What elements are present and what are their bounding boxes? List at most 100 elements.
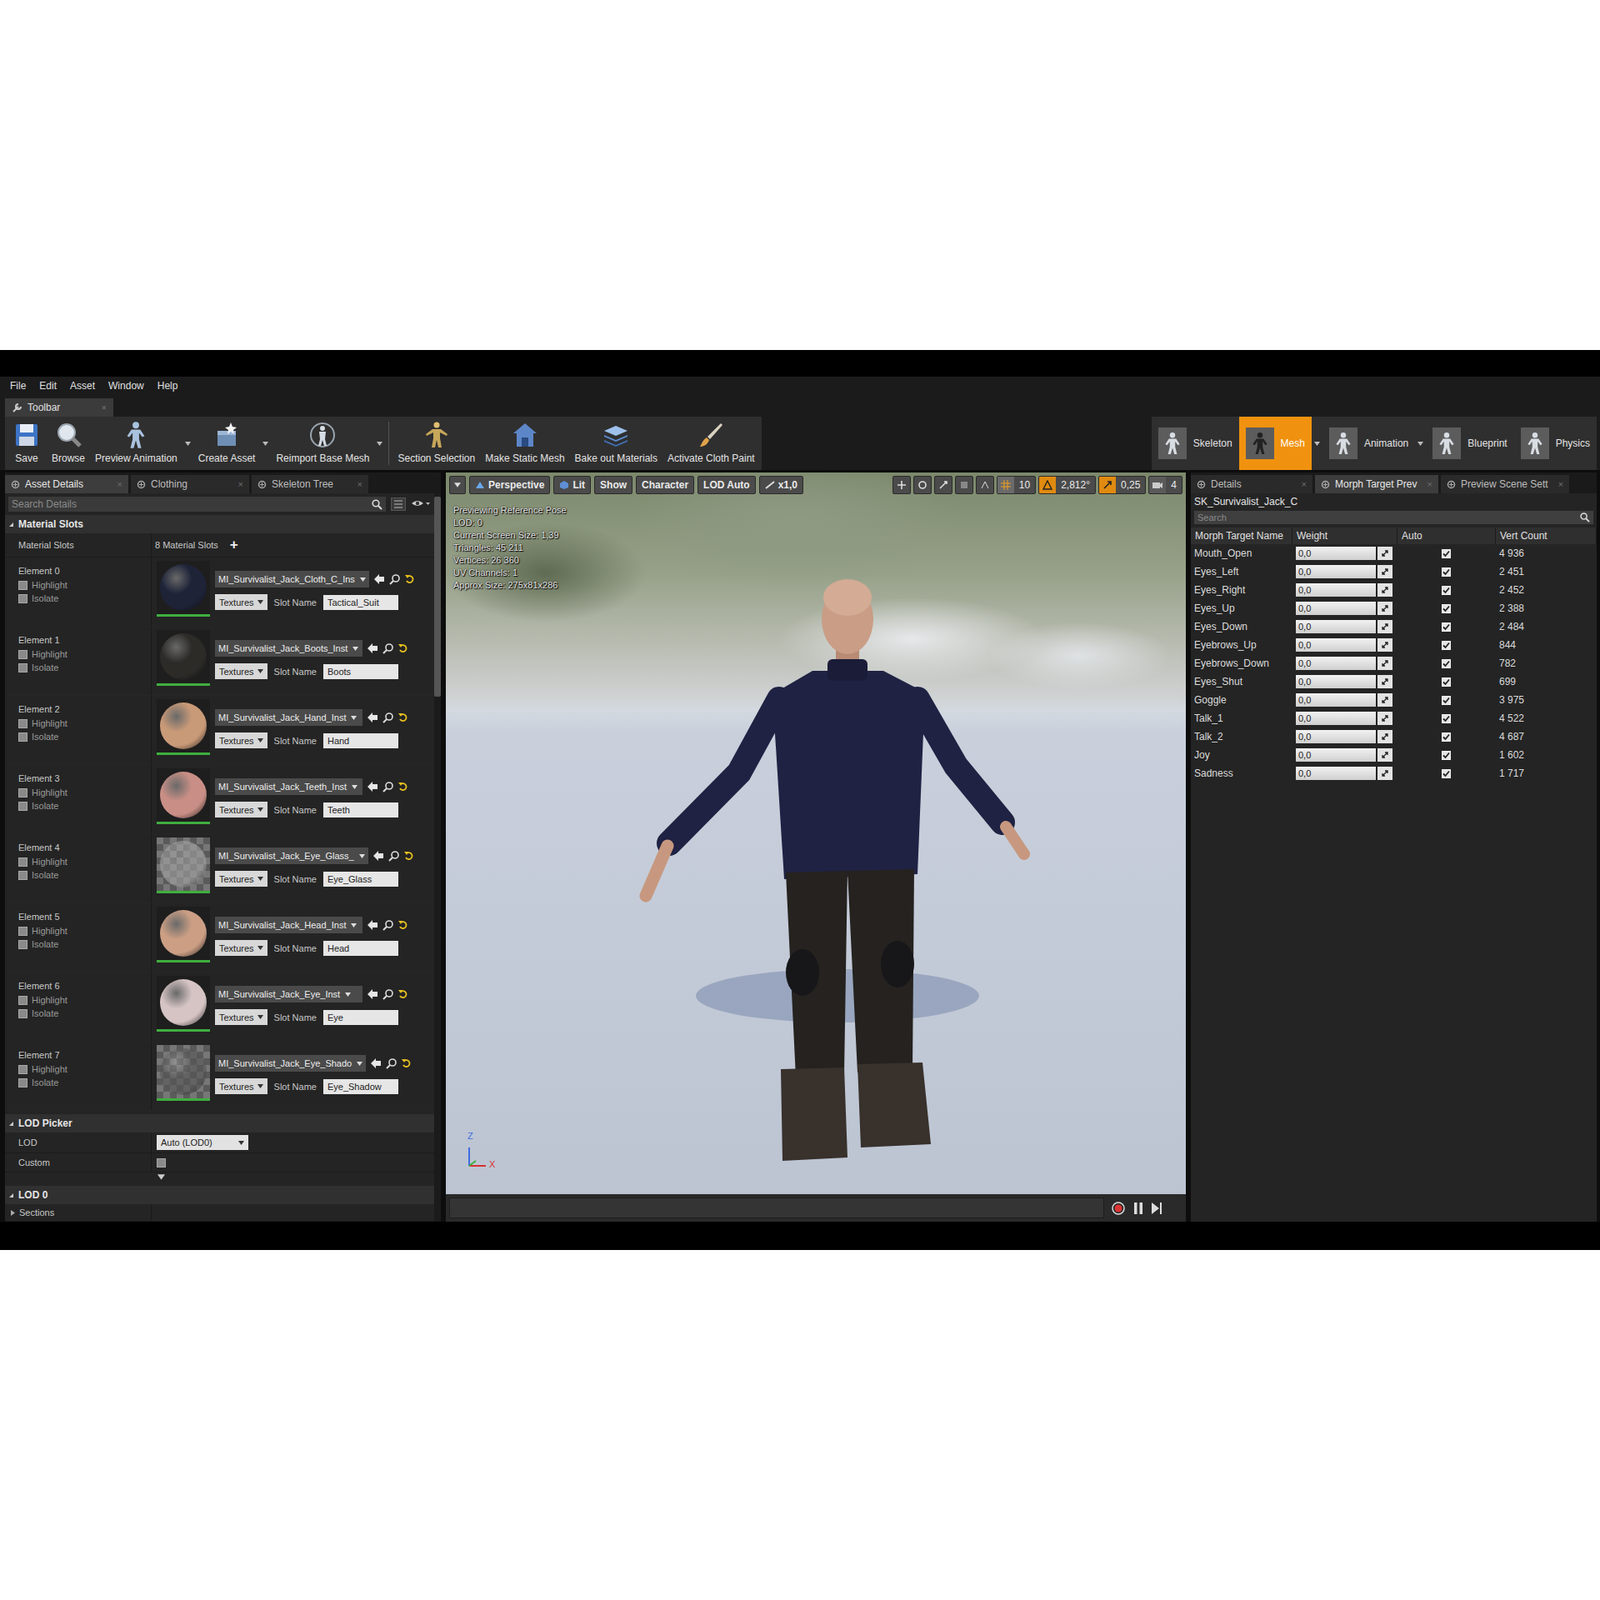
toolbar-tab[interactable]: Toolbar× [5, 398, 114, 417]
camera-speed[interactable]: 4 [1148, 475, 1183, 495]
auto-checkbox[interactable] [1441, 659, 1451, 669]
textures-button[interactable]: Textures [215, 663, 268, 680]
weight-resize[interactable] [1377, 565, 1393, 579]
material-thumbnail[interactable] [156, 630, 210, 686]
highlight-checkbox[interactable] [18, 926, 28, 936]
pause-icon[interactable] [1132, 1201, 1145, 1215]
weight-slider[interactable]: 0,0 [1295, 748, 1376, 762]
weight-resize[interactable] [1377, 693, 1393, 707]
transform-tool[interactable] [892, 475, 911, 495]
browse-icon[interactable] [382, 780, 395, 793]
auto-checkbox[interactable] [1441, 677, 1451, 687]
textures-button[interactable]: Textures [215, 1009, 268, 1025]
reset-icon[interactable] [398, 643, 409, 654]
browse-icon[interactable] [388, 850, 400, 862]
weight-slider[interactable]: 0,0 [1295, 693, 1376, 707]
browse-icon[interactable] [382, 642, 395, 655]
save-button[interactable]: Save [6, 416, 47, 470]
use-selected-icon[interactable] [366, 988, 379, 1000]
transform-tool[interactable] [913, 475, 932, 495]
panel-tab[interactable]: Morph Target Prev× [1315, 475, 1439, 494]
slot-name-input[interactable]: Tactical_Suit [323, 595, 399, 610]
reset-icon[interactable] [398, 989, 409, 1000]
weight-slider[interactable]: 0,0 [1295, 601, 1376, 615]
slot-name-input[interactable]: Eye_Glass [323, 871, 399, 887]
reset-icon[interactable] [405, 574, 415, 585]
weight-resize[interactable] [1377, 675, 1393, 689]
material-combo[interactable]: MI_Survivalist_Jack_Boots_Inst [215, 640, 363, 657]
column-header[interactable]: Morph Target Name [1190, 527, 1293, 545]
isolate-checkbox[interactable] [18, 594, 28, 604]
isolate-checkbox[interactable] [18, 940, 28, 950]
mode-button[interactable]: Blueprint [1425, 416, 1514, 470]
menu-item[interactable]: Asset [63, 380, 102, 392]
close-button[interactable]: × [1422, 479, 1433, 490]
slot-name-input[interactable]: Boots [323, 664, 399, 680]
material-combo[interactable]: MI_Survivalist_Jack_Eye_Inst [215, 985, 363, 1003]
close-button[interactable]: × [1296, 479, 1307, 490]
dropdown-arrow[interactable] [182, 416, 194, 470]
panel-tab[interactable]: Preview Scene Sett× [1440, 475, 1570, 494]
textures-button[interactable]: Textures [215, 594, 268, 610]
grid-view-icon[interactable] [390, 497, 406, 511]
material-thumbnail[interactable] [156, 560, 210, 617]
weight-slider[interactable]: 0,0 [1295, 766, 1376, 780]
panel-tab[interactable]: Clothing× [130, 475, 250, 494]
material-thumbnail[interactable] [156, 906, 210, 963]
auto-checkbox[interactable] [1441, 714, 1451, 724]
auto-checkbox[interactable] [1441, 640, 1451, 650]
menu-item[interactable]: File [3, 380, 33, 392]
custom-checkbox[interactable] [156, 1158, 166, 1168]
weight-slider[interactable]: 0,0 [1295, 656, 1376, 670]
menu-item[interactable]: Window [101, 380, 151, 392]
dropdown-arrow[interactable] [1311, 416, 1323, 470]
material-combo[interactable]: MI_Survivalist_Jack_Head_Inst [215, 916, 363, 934]
search-field[interactable] [1194, 510, 1594, 525]
mode-button[interactable]: Mesh [1239, 416, 1312, 470]
create-asset-button[interactable]: Create Asset [193, 416, 261, 470]
column-header[interactable]: Vert Count [1495, 527, 1597, 545]
material-thumbnail[interactable] [156, 768, 210, 825]
record-icon[interactable] [1110, 1200, 1126, 1216]
reset-icon[interactable] [398, 712, 409, 723]
use-selected-icon[interactable] [366, 711, 379, 724]
auto-checkbox[interactable] [1441, 549, 1451, 559]
use-selected-icon[interactable] [373, 573, 385, 585]
auto-checkbox[interactable] [1441, 622, 1451, 632]
highlight-checkbox[interactable] [18, 650, 28, 660]
reimport-base-mesh-button[interactable]: Reimport Base Mesh [270, 416, 375, 470]
scroll-thumb[interactable] [434, 496, 441, 697]
column-header[interactable]: Weight [1292, 527, 1398, 545]
menu-item[interactable]: Edit [32, 380, 64, 392]
viewport-button[interactable]: Character [635, 475, 695, 495]
close-button[interactable]: × [352, 479, 363, 490]
weight-slider[interactable]: 0,0 [1295, 675, 1376, 689]
slot-name-input[interactable]: Eye [323, 1010, 399, 1025]
textures-button[interactable]: Textures [215, 732, 268, 749]
expand-more-icon[interactable] [157, 1172, 165, 1181]
weight-slider[interactable]: 0,0 [1295, 565, 1376, 579]
isolate-checkbox[interactable] [18, 1009, 28, 1019]
make-static-mesh-button[interactable]: Make Static Mesh [480, 416, 570, 470]
auto-checkbox[interactable] [1441, 585, 1451, 595]
weight-slider[interactable]: 0,0 [1295, 583, 1376, 597]
weight-resize[interactable] [1377, 656, 1393, 670]
browse-icon[interactable] [385, 1057, 398, 1070]
mode-button[interactable]: Skeleton [1151, 416, 1240, 470]
rotation-snap[interactable]: 2,812° [1038, 475, 1096, 495]
browse-icon[interactable] [382, 988, 395, 1000]
highlight-checkbox[interactable] [18, 1065, 28, 1075]
isolate-checkbox[interactable] [18, 870, 28, 880]
panel-tab[interactable]: Skeleton Tree× [251, 475, 369, 494]
transform-tool[interactable] [955, 475, 974, 495]
weight-resize[interactable] [1377, 601, 1393, 615]
isolate-checkbox[interactable] [18, 801, 28, 811]
section-header[interactable]: Material Slots [5, 515, 435, 534]
highlight-checkbox[interactable] [18, 995, 28, 1005]
browse-icon[interactable] [389, 573, 401, 585]
mode-button[interactable]: Animation [1322, 416, 1415, 470]
step-forward-icon[interactable] [1150, 1201, 1163, 1215]
weight-resize[interactable] [1377, 730, 1393, 744]
weight-slider[interactable]: 0,0 [1295, 711, 1376, 725]
textures-button[interactable]: Textures [215, 801, 268, 818]
